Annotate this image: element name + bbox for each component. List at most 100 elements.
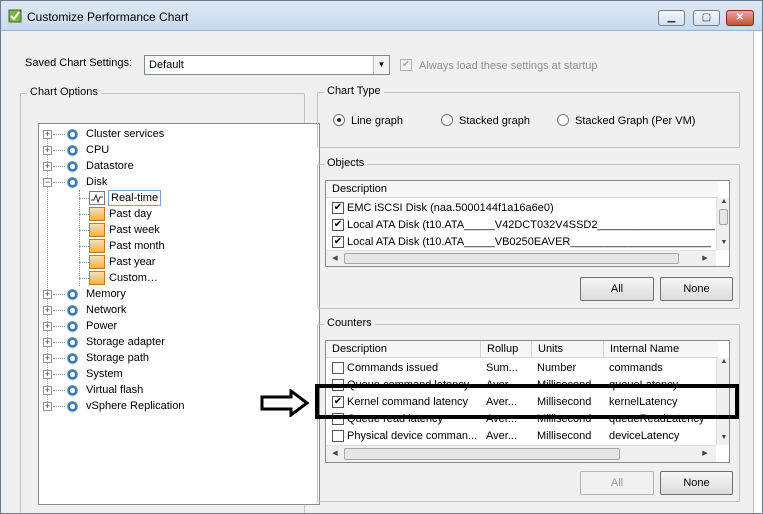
objects-all-button[interactable]: All — [580, 277, 654, 301]
radio-stacked-graph-per-vm[interactable] — [557, 114, 569, 126]
tree-connector — [79, 278, 89, 279]
tree-node[interactable]: − Disk — [39, 174, 319, 190]
object-checkbox[interactable]: ✔ — [332, 236, 344, 248]
expand-icon[interactable]: + — [43, 306, 52, 315]
tree-node-child[interactable]: Past month — [39, 238, 319, 254]
counter-rollup: Aver... — [486, 430, 517, 442]
scroll-down-icon[interactable]: ▼ — [717, 239, 729, 246]
table-row[interactable]: Commands issued Sum... Number commands — [326, 360, 716, 377]
title-bar[interactable]: Customize Performance Chart ▁ ▢ ✕ — [1, 1, 762, 31]
tree-connector — [53, 342, 65, 343]
expand-icon[interactable]: + — [43, 354, 52, 363]
counters-units-column[interactable]: Units — [532, 341, 604, 358]
scroll-up-icon[interactable]: ▲ — [717, 198, 729, 205]
tree-node[interactable]: + Cluster services — [39, 126, 319, 142]
counter-group-icon — [66, 128, 79, 141]
object-description: Local ATA Disk (t10.ATA_____VB0250EAVER_… — [347, 236, 712, 248]
tree-connector — [79, 262, 89, 263]
tree-connector — [79, 246, 89, 247]
tree-node-child[interactable]: Past year — [39, 254, 319, 270]
list-item[interactable]: ✔ Local ATA Disk (t10.ATA_____VB0250EAVE… — [326, 234, 716, 251]
list-item[interactable]: ✔ Local ATA Disk (t10.ATA_____V42DCT032V… — [326, 217, 716, 234]
scroll-right-icon[interactable]: ▶ — [698, 449, 712, 457]
objects-none-button[interactable]: None — [660, 277, 733, 301]
collapse-icon[interactable]: − — [43, 178, 52, 187]
annotation-highlight-box — [315, 384, 739, 419]
tree-node-child[interactable]: Custom… — [39, 270, 319, 286]
object-checkbox[interactable]: ✔ — [332, 219, 344, 231]
counter-checkbox[interactable] — [332, 362, 344, 374]
tree-connector — [53, 134, 65, 135]
tree-node-label: Past week — [109, 224, 160, 236]
tree-node-child[interactable]: Real-time — [39, 190, 319, 206]
stacked-graph-per-vm-label: Stacked Graph (Per VM) — [575, 115, 696, 127]
expand-icon[interactable]: + — [43, 290, 52, 299]
tree-node-child[interactable]: Past day — [39, 206, 319, 222]
scroll-right-icon[interactable]: ▶ — [698, 254, 712, 262]
expand-icon[interactable]: + — [43, 130, 52, 139]
counters-description-column[interactable]: Description — [326, 341, 481, 358]
scroll-thumb[interactable] — [719, 209, 728, 225]
table-row[interactable]: Physical device comman... Aver... Millisec… — [326, 428, 716, 445]
counter-rollup: Sum... — [486, 362, 518, 374]
chevron-down-icon[interactable]: ▼ — [373, 56, 389, 74]
tree-node-label: Past day — [109, 208, 152, 220]
tree-node[interactable]: + Datastore — [39, 158, 319, 174]
counters-internal-name-column[interactable]: Internal Name — [604, 341, 718, 358]
radio-line-graph[interactable] — [333, 114, 345, 126]
expand-icon[interactable]: + — [43, 338, 52, 347]
always-load-checkbox[interactable]: ✔ — [400, 59, 412, 71]
expand-icon[interactable]: + — [43, 386, 52, 395]
objects-description-column[interactable]: Description — [326, 181, 718, 198]
scroll-down-icon[interactable]: ▼ — [717, 434, 729, 441]
radio-stacked-graph[interactable] — [441, 114, 453, 126]
scroll-left-icon[interactable]: ◀ — [328, 449, 342, 457]
expand-icon[interactable]: + — [43, 322, 52, 331]
tree-node[interactable]: + CPU — [39, 142, 319, 158]
counter-description: Physical device comman... — [347, 430, 477, 442]
maximize-button[interactable]: ▢ — [693, 10, 720, 26]
counter-group-icon — [66, 144, 79, 157]
counters-horizontal-scrollbar[interactable]: ◀ ▶ — [326, 445, 716, 462]
tree-node-label: Past year — [109, 256, 156, 268]
tree-connector — [53, 406, 65, 407]
tree-node-label: Memory — [86, 288, 126, 300]
tree-node-label: vSphere Replication — [86, 400, 185, 412]
chart-options-tree[interactable]: + Cluster services + CPU + Datastore − Disk Real… — [38, 123, 320, 505]
tree-node[interactable]: + Network — [39, 302, 319, 318]
tree-node[interactable]: + System — [39, 366, 319, 382]
saved-settings-combo[interactable]: Default ▼ — [144, 55, 390, 75]
tree-node[interactable]: + Storage path — [39, 350, 319, 366]
objects-vertical-scrollbar[interactable]: ▲ ▼ — [716, 198, 729, 250]
minimize-button[interactable]: ▁ — [658, 10, 685, 26]
expand-icon[interactable]: + — [43, 402, 52, 411]
list-item[interactable]: ✔ EMC iSCSI Disk (naa.5000144f1a16a6e0) — [326, 200, 716, 217]
tree-node-label: Storage path — [86, 352, 149, 364]
counter-checkbox[interactable] — [332, 430, 344, 442]
tree-node[interactable]: + Power — [39, 318, 319, 334]
scroll-left-icon[interactable]: ◀ — [328, 254, 342, 262]
counters-none-button[interactable]: None — [660, 471, 733, 495]
tree-node[interactable]: + Memory — [39, 286, 319, 302]
objects-horizontal-scrollbar[interactable]: ◀ ▶ — [326, 250, 716, 266]
tree-connector — [79, 230, 89, 231]
counter-group-icon — [66, 288, 79, 301]
tree-connector — [53, 310, 65, 311]
objects-list[interactable]: Description ✔ EMC iSCSI Disk (naa.500014… — [325, 180, 730, 267]
scroll-thumb[interactable] — [344, 448, 620, 460]
tree-connector — [53, 390, 65, 391]
expand-icon[interactable]: + — [43, 146, 52, 155]
saved-settings-value: Default — [149, 59, 184, 71]
scroll-thumb[interactable] — [344, 253, 679, 264]
expand-icon[interactable]: + — [43, 162, 52, 171]
scroll-up-icon[interactable]: ▲ — [717, 358, 729, 365]
tree-node-child[interactable]: Past week — [39, 222, 319, 238]
close-button[interactable]: ✕ — [726, 10, 754, 26]
object-checkbox[interactable]: ✔ — [332, 202, 344, 214]
tree-node[interactable]: + Storage adapter — [39, 334, 319, 350]
counters-rollup-column[interactable]: Rollup — [481, 341, 532, 358]
tree-node-label: Power — [86, 320, 118, 332]
expand-icon[interactable]: + — [43, 370, 52, 379]
counters-all-button[interactable]: All — [580, 471, 654, 495]
object-description: EMC iSCSI Disk (naa.5000144f1a16a6e0) — [347, 202, 554, 214]
